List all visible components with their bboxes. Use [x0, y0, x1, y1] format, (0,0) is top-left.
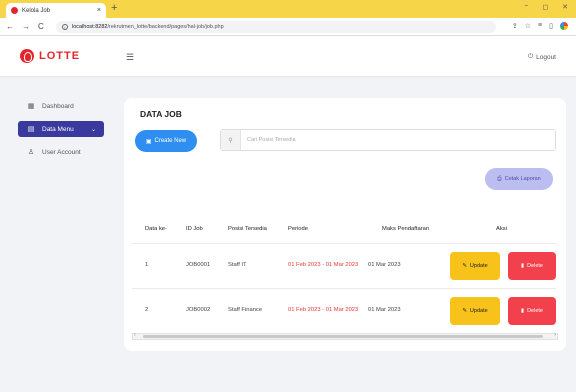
divider [132, 288, 556, 289]
scroll-right-icon[interactable]: › [554, 332, 556, 338]
cetak-laporan-button[interactable]: ⎙ Cetak Laporan [485, 168, 553, 190]
user-icon: ♙ [27, 149, 35, 156]
print-label: Cetak Laporan [504, 176, 541, 182]
new-tab-icon[interactable]: + [111, 2, 117, 14]
col-header: Posisi Tersedia [228, 226, 267, 232]
forward-icon[interactable]: → [22, 22, 30, 31]
sidebar: ▦ Dashboard ▤ Data Menu ⌄ ♙ User Account [0, 76, 112, 392]
create-label: Create New [154, 138, 187, 144]
cell-posisi: Staff IT [228, 262, 247, 268]
table-row: 2 JOB0002 Staff Finance 01 Feb 2023 - 01… [124, 297, 566, 325]
printer-icon: ⎙ [497, 175, 502, 182]
page-title: DATA JOB [140, 109, 182, 119]
grid-icon: ▦ [27, 103, 35, 110]
hamburger-menu-icon[interactable]: ☰ [126, 52, 134, 63]
search-box: ⚲ [220, 129, 556, 151]
maximize-icon[interactable]: ◻ [542, 3, 548, 11]
delete-button[interactable]: ▮ Delete [508, 297, 556, 325]
app-header: LOTTE ☰ ⏻ Logout [0, 36, 576, 76]
update-button[interactable]: ✎ Update [450, 297, 500, 325]
pencil-icon: ✎ [462, 308, 467, 314]
delete-label: Delete [527, 263, 543, 269]
nav-buttons: ← → C [6, 22, 44, 31]
col-header: Maks Pendaftaran [382, 226, 430, 232]
cell-maks: 01 Mar 2023 [368, 262, 401, 268]
pencil-icon: ✎ [462, 263, 467, 269]
data-job-card: DATA JOB ▣ Create New ⚲ ⎙ Cetak Laporan … [124, 98, 566, 351]
col-header: ID Job [186, 226, 203, 232]
cell-periode: 01 Feb 2023 - 01 Mar 2023 [288, 307, 359, 313]
reading-list-icon[interactable]: ≡ [538, 22, 542, 30]
search-input[interactable] [241, 137, 541, 143]
cell-posisi: Staff Finance [228, 307, 263, 313]
create-icon: ▣ [145, 138, 152, 145]
browser-tab[interactable]: Kelola Job × [6, 3, 106, 18]
chevron-down-icon: ⌄ [90, 126, 96, 133]
reload-icon[interactable]: C [38, 22, 44, 31]
logout-label: Logout [536, 53, 556, 61]
col-header: Periode [288, 226, 308, 232]
share-icon[interactable]: ⇪ [512, 22, 518, 30]
search-icon: ⚲ [221, 130, 241, 150]
sidebar-item-dashboard[interactable]: ▦ Dashboard [18, 98, 104, 114]
cell-maks: 01 Mar 2023 [368, 307, 401, 313]
url-field[interactable]: i localhost:8282/rekrutmen_lotte/backend… [56, 21, 496, 33]
window-controls: − ◻ ✕ [524, 3, 568, 11]
create-new-button[interactable]: ▣ Create New [135, 130, 197, 152]
browser-tab-bar: Kelola Job × + − ◻ ✕ [0, 0, 576, 18]
col-header: Aksi [496, 226, 507, 232]
cell-no: 2 [145, 307, 149, 313]
logo-text: LOTTE [39, 50, 81, 62]
update-label: Update [469, 308, 488, 314]
site-info-icon[interactable]: i [62, 24, 68, 30]
window-close-icon[interactable]: ✕ [562, 3, 568, 11]
update-label: Update [469, 263, 488, 269]
delete-label: Delete [527, 308, 543, 314]
sidebar-item-label: Data Menu [42, 125, 74, 133]
minimize-icon[interactable]: − [524, 3, 528, 11]
sidebar-item-data-menu[interactable]: ▤ Data Menu ⌄ [18, 121, 104, 137]
divider [132, 243, 556, 244]
back-icon[interactable]: ← [6, 22, 14, 31]
scroll-thumb[interactable] [143, 335, 543, 338]
bookmark-star-icon[interactable]: ☆ [525, 22, 531, 30]
table-icon: ▤ [27, 126, 35, 133]
power-icon: ⏻ [527, 53, 534, 60]
col-header: Data ke- [145, 226, 167, 232]
delete-button[interactable]: ▮ Delete [508, 252, 556, 280]
horizontal-scrollbar[interactable]: ‹ › [132, 332, 558, 340]
url-host: localhost:8282 [72, 24, 108, 30]
cell-id: JOB0001 [186, 262, 211, 268]
scroll-left-icon[interactable]: ‹ [134, 332, 136, 338]
cell-no: 1 [145, 262, 149, 268]
url-path: /rekrutmen_lotte/backend/pages/hal-job/j… [107, 24, 224, 30]
cell-id: JOB0002 [186, 307, 211, 313]
lotte-favicon-icon [11, 7, 18, 14]
trash-icon: ▮ [521, 263, 525, 269]
address-bar: ← → C i localhost:8282/rekrutmen_lotte/b… [0, 18, 576, 36]
table-row: 1 JOB0001 Staff IT 01 Feb 2023 - 01 Mar … [124, 252, 566, 280]
logout-button[interactable]: ⏻ Logout [528, 53, 556, 61]
trash-icon: ▮ [521, 308, 525, 314]
tab-close-icon[interactable]: × [97, 7, 101, 14]
tab-title: Kelola Job [22, 7, 51, 14]
sidebar-item-user-account[interactable]: ♙ User Account [18, 144, 104, 160]
cell-periode: 01 Feb 2023 - 01 Mar 2023 [288, 262, 359, 268]
browser-extensions: ⇪ ☆ ≡ ▯ [512, 22, 568, 30]
profile-avatar[interactable] [560, 22, 568, 30]
sidebar-item-label: Dashboard [42, 102, 74, 110]
sidepanel-icon[interactable]: ▯ [549, 22, 553, 30]
table-header: Data ke- ID Job Posisi Tersedia Periode … [124, 226, 566, 236]
sidebar-item-label: User Account [42, 148, 81, 156]
lotte-logo-icon [20, 49, 34, 63]
lotte-logo[interactable]: LOTTE [20, 49, 80, 63]
update-button[interactable]: ✎ Update [450, 252, 500, 280]
